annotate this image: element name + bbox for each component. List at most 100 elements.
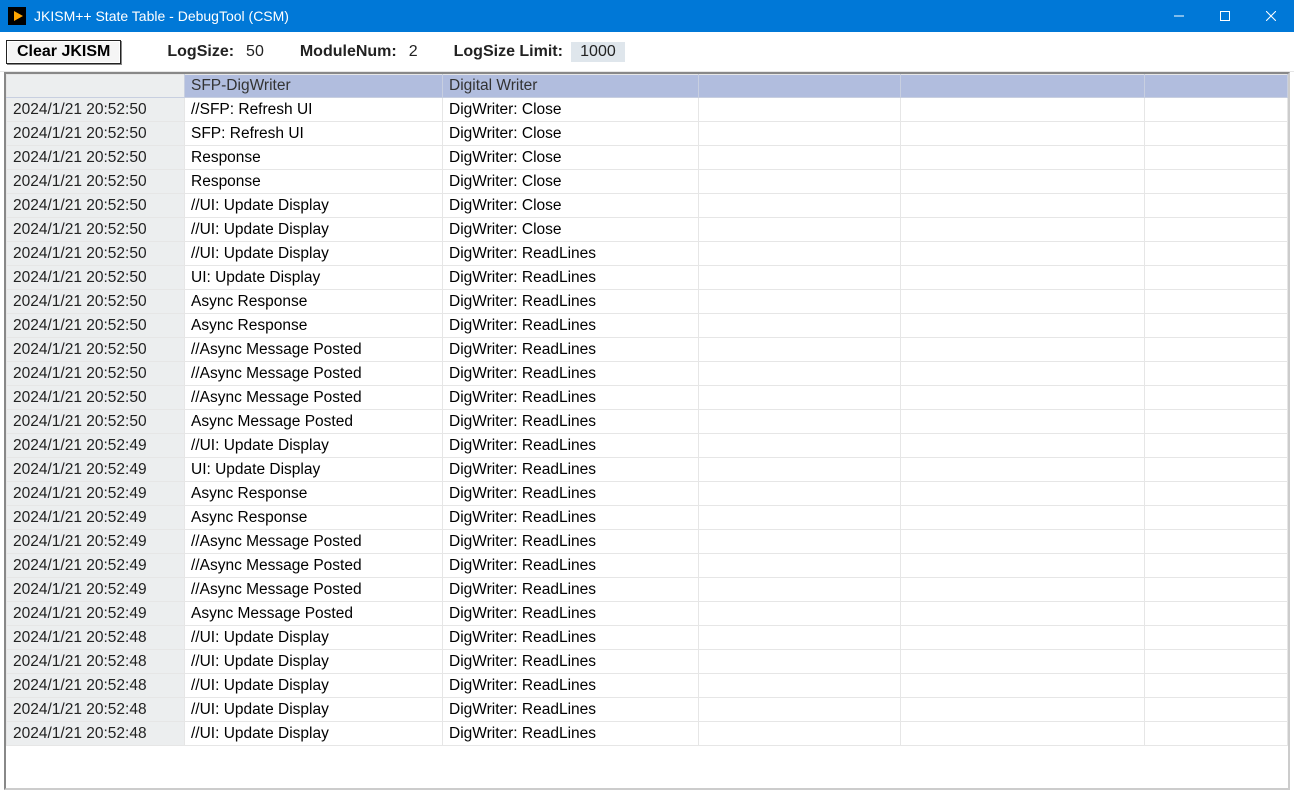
- cell-empty: [1145, 506, 1288, 530]
- table-row[interactable]: 2024/1/21 20:52:50//SFP: Refresh UIDigWr…: [7, 98, 1288, 122]
- cell-empty: [699, 410, 901, 434]
- table-row[interactable]: 2024/1/21 20:52:50//Async Message Posted…: [7, 362, 1288, 386]
- cell-empty: [1145, 554, 1288, 578]
- cell-digw: DigWriter: ReadLines: [443, 242, 699, 266]
- table-row[interactable]: 2024/1/21 20:52:48//UI: Update DisplayDi…: [7, 722, 1288, 746]
- toolbar: Clear JKISM LogSize: 50 ModuleNum: 2 Log…: [0, 32, 1294, 72]
- cell-empty: [901, 410, 1145, 434]
- table-row[interactable]: 2024/1/21 20:52:50//Async Message Posted…: [7, 338, 1288, 362]
- table-row[interactable]: 2024/1/21 20:52:50//UI: Update DisplayDi…: [7, 218, 1288, 242]
- cell-empty: [699, 98, 901, 122]
- table-row[interactable]: 2024/1/21 20:52:49//Async Message Posted…: [7, 554, 1288, 578]
- cell-empty: [901, 122, 1145, 146]
- table-row[interactable]: 2024/1/21 20:52:48//UI: Update DisplayDi…: [7, 674, 1288, 698]
- maximize-button[interactable]: [1202, 0, 1248, 32]
- cell-time: 2024/1/21 20:52:50: [7, 194, 185, 218]
- cell-empty: [1145, 362, 1288, 386]
- table-row[interactable]: 2024/1/21 20:52:50Async ResponseDigWrite…: [7, 290, 1288, 314]
- cell-empty: [699, 506, 901, 530]
- table-row[interactable]: 2024/1/21 20:52:48//UI: Update DisplayDi…: [7, 698, 1288, 722]
- cell-digw: DigWriter: ReadLines: [443, 698, 699, 722]
- logsize-limit-item: LogSize Limit: 1000: [454, 42, 625, 62]
- cell-empty: [901, 434, 1145, 458]
- table-row[interactable]: 2024/1/21 20:52:50SFP: Refresh UIDigWrit…: [7, 122, 1288, 146]
- cell-empty: [901, 362, 1145, 386]
- close-button[interactable]: [1248, 0, 1294, 32]
- cell-sfp: //UI: Update Display: [185, 218, 443, 242]
- cell-empty: [901, 98, 1145, 122]
- minimize-button[interactable]: [1156, 0, 1202, 32]
- table-row[interactable]: 2024/1/21 20:52:49UI: Update DisplayDigW…: [7, 458, 1288, 482]
- cell-empty: [699, 482, 901, 506]
- table-row[interactable]: 2024/1/21 20:52:49//Async Message Posted…: [7, 578, 1288, 602]
- cell-empty: [699, 386, 901, 410]
- cell-digw: DigWriter: Close: [443, 146, 699, 170]
- cell-empty: [699, 242, 901, 266]
- cell-empty: [699, 122, 901, 146]
- cell-sfp: //UI: Update Display: [185, 698, 443, 722]
- cell-empty: [901, 506, 1145, 530]
- table-row[interactable]: 2024/1/21 20:52:49Async Message PostedDi…: [7, 602, 1288, 626]
- cell-sfp: //UI: Update Display: [185, 722, 443, 746]
- table-row[interactable]: 2024/1/21 20:52:49Async ResponseDigWrite…: [7, 506, 1288, 530]
- col-header-sfp[interactable]: SFP-DigWriter: [185, 75, 443, 98]
- cell-empty: [901, 386, 1145, 410]
- cell-sfp: UI: Update Display: [185, 266, 443, 290]
- col-header-digw[interactable]: Digital Writer: [443, 75, 699, 98]
- cell-time: 2024/1/21 20:52:49: [7, 458, 185, 482]
- logsize-limit-value[interactable]: 1000: [571, 42, 625, 62]
- table-row[interactable]: 2024/1/21 20:52:50//Async Message Posted…: [7, 386, 1288, 410]
- cell-sfp: //UI: Update Display: [185, 194, 443, 218]
- cell-digw: DigWriter: ReadLines: [443, 674, 699, 698]
- cell-sfp: //UI: Update Display: [185, 674, 443, 698]
- cell-empty: [901, 338, 1145, 362]
- col-header-time[interactable]: [7, 75, 185, 98]
- cell-empty: [1145, 122, 1288, 146]
- cell-empty: [901, 194, 1145, 218]
- table-row[interactable]: 2024/1/21 20:52:50Async Message PostedDi…: [7, 410, 1288, 434]
- cell-time: 2024/1/21 20:52:50: [7, 218, 185, 242]
- col-header-empty2[interactable]: [901, 75, 1145, 98]
- cell-sfp: Response: [185, 170, 443, 194]
- cell-empty: [699, 338, 901, 362]
- cell-empty: [901, 530, 1145, 554]
- cell-sfp: //UI: Update Display: [185, 242, 443, 266]
- col-header-empty1[interactable]: [699, 75, 901, 98]
- cell-time: 2024/1/21 20:52:49: [7, 554, 185, 578]
- cell-empty: [1145, 602, 1288, 626]
- cell-empty: [901, 290, 1145, 314]
- cell-time: 2024/1/21 20:52:50: [7, 386, 185, 410]
- cell-empty: [699, 314, 901, 338]
- cell-empty: [699, 170, 901, 194]
- cell-empty: [901, 482, 1145, 506]
- cell-time: 2024/1/21 20:52:49: [7, 482, 185, 506]
- cell-time: 2024/1/21 20:52:50: [7, 146, 185, 170]
- state-table-scroll[interactable]: SFP-DigWriter Digital Writer 2024/1/21 2…: [6, 74, 1288, 788]
- table-row[interactable]: 2024/1/21 20:52:49//Async Message Posted…: [7, 530, 1288, 554]
- cell-sfp: //Async Message Posted: [185, 554, 443, 578]
- table-row[interactable]: 2024/1/21 20:52:49//UI: Update DisplayDi…: [7, 434, 1288, 458]
- cell-empty: [901, 218, 1145, 242]
- table-row[interactable]: 2024/1/21 20:52:50Async ResponseDigWrite…: [7, 314, 1288, 338]
- cell-empty: [699, 578, 901, 602]
- cell-empty: [699, 602, 901, 626]
- cell-sfp: //Async Message Posted: [185, 386, 443, 410]
- cell-empty: [699, 530, 901, 554]
- clear-jkism-button[interactable]: Clear JKISM: [6, 40, 121, 64]
- cell-time: 2024/1/21 20:52:50: [7, 314, 185, 338]
- cell-sfp: SFP: Refresh UI: [185, 122, 443, 146]
- cell-time: 2024/1/21 20:52:48: [7, 698, 185, 722]
- table-row[interactable]: 2024/1/21 20:52:50ResponseDigWriter: Clo…: [7, 170, 1288, 194]
- table-row[interactable]: 2024/1/21 20:52:49Async ResponseDigWrite…: [7, 482, 1288, 506]
- table-row[interactable]: 2024/1/21 20:52:48//UI: Update DisplayDi…: [7, 626, 1288, 650]
- window-titlebar: JKISM++ State Table - DebugTool (CSM): [0, 0, 1294, 32]
- cell-digw: DigWriter: Close: [443, 98, 699, 122]
- table-row[interactable]: 2024/1/21 20:52:50//UI: Update DisplayDi…: [7, 242, 1288, 266]
- table-row[interactable]: 2024/1/21 20:52:48//UI: Update DisplayDi…: [7, 650, 1288, 674]
- table-header-row: SFP-DigWriter Digital Writer: [7, 75, 1288, 98]
- col-header-empty3[interactable]: [1145, 75, 1288, 98]
- cell-time: 2024/1/21 20:52:49: [7, 434, 185, 458]
- table-row[interactable]: 2024/1/21 20:52:50//UI: Update DisplayDi…: [7, 194, 1288, 218]
- table-row[interactable]: 2024/1/21 20:52:50UI: Update DisplayDigW…: [7, 266, 1288, 290]
- table-row[interactable]: 2024/1/21 20:52:50ResponseDigWriter: Clo…: [7, 146, 1288, 170]
